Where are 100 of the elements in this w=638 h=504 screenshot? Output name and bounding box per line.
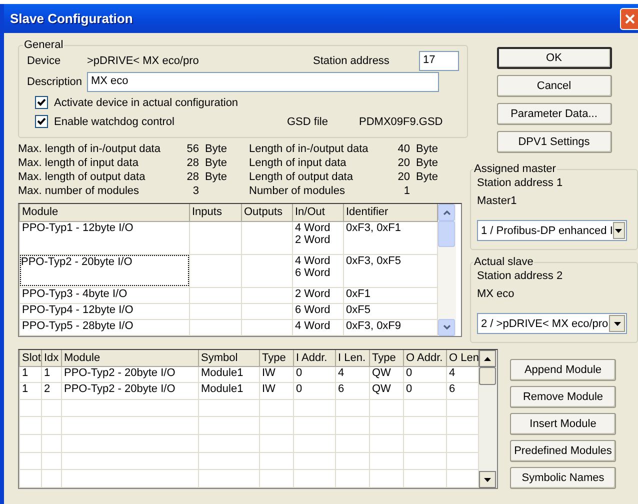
stat-unit: Byte	[416, 157, 440, 169]
table-cell: 0xF3, 0xF5	[346, 254, 402, 266]
table-cell: 0xF3, 0xF1	[346, 222, 402, 234]
table-cell-text: 2 Word	[295, 234, 332, 246]
group-title: Actual slave	[473, 256, 534, 268]
station-address-field[interactable]: 17	[419, 50, 459, 70]
dropdown-arrow-icon	[614, 322, 620, 326]
table-cell-text: 2 Word	[295, 288, 332, 300]
stat-value: 40	[396, 143, 411, 155]
table-cell: 0xF5	[346, 304, 370, 316]
empty-cell	[198, 470, 260, 488]
dialog-button[interactable]: OK	[496, 47, 612, 69]
table-cell: 0xF1	[346, 288, 370, 300]
table-cell: 4	[449, 366, 456, 378]
dialog-button[interactable]: Cancel	[496, 75, 612, 97]
table-cell[interactable]: PPO-Typ2 - 20byte I/O	[20, 254, 189, 286]
scrollbar[interactable]	[479, 350, 497, 488]
checkbox[interactable]	[35, 96, 48, 109]
table-cell: 1	[44, 366, 50, 378]
empty-cell	[20, 416, 42, 434]
gsd-file-label: GSD file	[287, 116, 329, 128]
empty-cell	[198, 434, 260, 452]
stat-unit: Byte	[416, 143, 440, 155]
table-cell: 4	[338, 366, 344, 378]
empty-cell	[404, 416, 446, 434]
station-address-text: Station address 1	[477, 176, 563, 188]
module-button[interactable]: Remove Module	[510, 386, 616, 408]
column-header[interactable]: Type	[370, 350, 404, 366]
empty-cell	[42, 416, 62, 434]
device-name: >pDRIVE< MX eco/pro	[87, 54, 200, 66]
table-cell-text: 4 Word	[295, 320, 332, 332]
stat-label: Max. length of output data	[18, 171, 146, 183]
table-cell: 0	[406, 366, 412, 378]
empty-cell	[42, 470, 62, 488]
group-title: Assigned master	[473, 163, 557, 175]
empty-cell	[42, 452, 62, 470]
close-button[interactable]	[620, 8, 638, 30]
column-header[interactable]: Inputs	[190, 204, 242, 221]
checkbox-label: Activate device in actual configuration	[54, 96, 238, 108]
empty-cell	[294, 452, 336, 470]
empty-cell	[20, 470, 42, 488]
description-label: Description	[27, 76, 84, 88]
description-field[interactable]: MX eco	[87, 72, 439, 92]
empty-cell	[370, 470, 404, 488]
column-header[interactable]: Slot	[20, 350, 42, 366]
window-title: Slave Configuration	[10, 11, 133, 26]
empty-cell	[198, 452, 260, 470]
empty-cell	[260, 452, 294, 470]
table-cell-text: 4 Word	[295, 222, 332, 234]
empty-cell	[260, 434, 294, 452]
empty-cell	[336, 470, 370, 488]
dialog-button[interactable]: DPV1 Settings	[496, 131, 612, 153]
scrollbar[interactable]	[438, 204, 456, 336]
module-button[interactable]: Symbolic Names	[510, 467, 616, 489]
stat-unit: Byte	[205, 171, 228, 183]
stat-unit: Byte	[205, 157, 228, 169]
scroll-thumb[interactable]	[479, 367, 496, 385]
scroll-thumb[interactable]	[438, 221, 455, 247]
dialog-button[interactable]: Parameter Data...	[496, 103, 612, 125]
stat-label: Length of input data	[249, 157, 348, 169]
table-cell: 1	[22, 383, 28, 396]
table-cell: 0	[406, 383, 412, 396]
table-cell: PPO-Typ2 - 20byte I/O	[64, 383, 176, 396]
empty-cell	[42, 434, 62, 452]
column-header[interactable]: Idx	[42, 350, 62, 366]
module-button[interactable]: Insert Module	[510, 413, 616, 435]
table-cell: IW	[262, 366, 276, 378]
dropdown[interactable]: 1 / Profibus-DP enhanced I	[477, 220, 627, 241]
stat-label: Max. length of input data	[18, 157, 140, 169]
module-button[interactable]: Append Module	[510, 359, 616, 381]
column-header[interactable]: Module	[62, 350, 198, 366]
column-header[interactable]: Type	[260, 350, 294, 366]
column-header[interactable]: Identifier	[344, 204, 438, 221]
table-cell: 6	[449, 383, 456, 396]
dropdown[interactable]: 2 / >pDRIVE< MX eco/pro	[477, 313, 627, 334]
column-header[interactable]: Module	[20, 204, 190, 221]
column-header[interactable]: Outputs	[242, 204, 292, 221]
checkbox[interactable]	[35, 115, 48, 128]
checkbox-label: Enable watchdog control	[54, 116, 174, 128]
stat-label: Length of output data	[249, 171, 354, 183]
column-header[interactable]: O Addr.	[404, 350, 446, 366]
group-title: General	[23, 39, 64, 51]
column-header[interactable]: I Len.	[336, 350, 370, 366]
column-header[interactable]: I Addr.	[294, 350, 336, 366]
column-header[interactable]: In/Out	[292, 204, 344, 221]
stat-value: 3	[192, 185, 200, 197]
module-button[interactable]: Predefined Modules	[510, 440, 616, 462]
scroll-up-icon	[484, 356, 491, 360]
stat-value: 56	[186, 143, 200, 155]
empty-cell	[294, 470, 336, 488]
empty-cell	[336, 452, 370, 470]
stat-unit: Byte	[205, 143, 228, 155]
empty-cell	[404, 434, 446, 452]
stat-label: Max. length of in-/output data	[18, 143, 162, 155]
empty-cell	[404, 470, 446, 488]
column-header[interactable]: Symbol	[198, 350, 260, 366]
table-cell: PPO-Typ2 - 20byte I/O	[64, 366, 176, 378]
column-header[interactable]: O Len	[446, 350, 478, 366]
table-cell: 0	[296, 366, 302, 378]
empty-cell	[370, 434, 404, 452]
